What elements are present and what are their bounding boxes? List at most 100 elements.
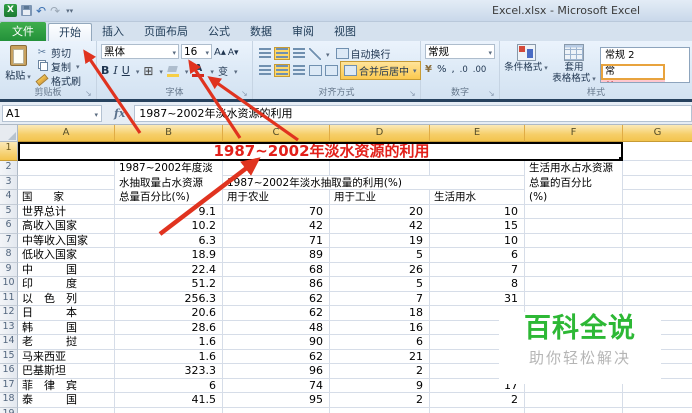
- row-header[interactable]: 5: [0, 204, 18, 219]
- tab-数据[interactable]: 数据: [240, 23, 282, 41]
- cell[interactable]: 生活用水: [430, 190, 525, 205]
- cell[interactable]: [623, 219, 692, 234]
- wrap-text-button[interactable]: 自动换行: [333, 45, 394, 62]
- cell[interactable]: 89: [223, 248, 330, 263]
- cell[interactable]: 国 家: [18, 190, 115, 205]
- row-header[interactable]: 10: [0, 277, 18, 292]
- cell[interactable]: 5: [330, 277, 430, 292]
- row-header[interactable]: 19: [0, 407, 18, 413]
- row-header[interactable]: 1: [0, 142, 18, 161]
- copy-button[interactable]: 复制: [36, 60, 81, 74]
- redo-icon[interactable]: [50, 4, 60, 18]
- save-icon[interactable]: [21, 5, 32, 16]
- cell[interactable]: 256.3: [115, 291, 223, 306]
- conditional-formatting-button[interactable]: 条件格式: [504, 44, 548, 84]
- increase-decimal-button[interactable]: .0: [460, 65, 468, 75]
- column-header-C[interactable]: C: [223, 125, 330, 142]
- row-header[interactable]: 9: [0, 262, 18, 277]
- cell[interactable]: [525, 248, 623, 263]
- cell[interactable]: 6: [115, 378, 223, 393]
- cell[interactable]: 42: [223, 219, 330, 234]
- column-header-A[interactable]: A: [18, 125, 115, 142]
- row-header[interactable]: 6: [0, 219, 18, 234]
- cell[interactable]: [623, 292, 692, 306]
- cell[interactable]: [623, 161, 692, 176]
- cell[interactable]: 22.4: [115, 262, 223, 277]
- row-header[interactable]: 17: [0, 378, 18, 393]
- cell[interactable]: [18, 161, 115, 176]
- cell[interactable]: 18.9: [115, 248, 223, 263]
- cell[interactable]: 1.6: [115, 335, 223, 350]
- cell[interactable]: [525, 233, 623, 248]
- cell-style-item[interactable]: 常: [601, 64, 665, 80]
- row-header[interactable]: 11: [0, 291, 18, 306]
- select-all-corner[interactable]: [0, 125, 18, 142]
- cell[interactable]: 16: [330, 320, 430, 335]
- row-header[interactable]: 12: [0, 306, 18, 321]
- formula-input[interactable]: 1987~2002年淡水资源的利用: [134, 104, 692, 122]
- row-header[interactable]: 15: [0, 349, 18, 364]
- cell[interactable]: [623, 142, 692, 161]
- cell[interactable]: 水抽取量占水资源: [115, 175, 223, 190]
- cell[interactable]: [623, 393, 692, 408]
- column-header-D[interactable]: D: [330, 125, 430, 142]
- cell-country[interactable]: 韩 国: [18, 320, 115, 335]
- tab-视图[interactable]: 视图: [324, 23, 366, 41]
- tab-插入[interactable]: 插入: [92, 23, 134, 41]
- cell[interactable]: [623, 263, 692, 277]
- cell[interactable]: 8: [430, 277, 525, 292]
- cell[interactable]: [525, 291, 623, 306]
- accounting-format-button[interactable]: ¥: [425, 64, 432, 75]
- align-bottom-icon[interactable]: [292, 48, 306, 59]
- name-box[interactable]: A1: [2, 104, 102, 122]
- cell-country[interactable]: 老 挝: [18, 335, 115, 350]
- number-format-select[interactable]: 常规: [425, 44, 495, 59]
- fill-color-button[interactable]: [166, 65, 179, 77]
- row-header[interactable]: 8: [0, 248, 18, 263]
- cell[interactable]: [623, 176, 692, 190]
- decrease-indent-icon[interactable]: [309, 65, 322, 76]
- cell[interactable]: 62: [223, 306, 330, 321]
- cell[interactable]: [525, 219, 623, 234]
- cell[interactable]: 10: [430, 233, 525, 248]
- cell[interactable]: 41.5: [115, 393, 223, 408]
- cell[interactable]: 2: [330, 364, 430, 379]
- cell[interactable]: [223, 161, 330, 176]
- cell[interactable]: 总量百分比(%): [115, 190, 223, 205]
- insert-function-icon[interactable]: fx: [102, 107, 134, 120]
- cell[interactable]: 26: [330, 262, 430, 277]
- column-header-G[interactable]: G: [623, 125, 692, 142]
- cell[interactable]: 21: [330, 349, 430, 364]
- number-dialog-launcher[interactable]: [488, 89, 497, 98]
- cut-button[interactable]: 剪切: [36, 46, 81, 60]
- align-right-icon[interactable]: [292, 65, 306, 76]
- cell[interactable]: [623, 205, 692, 219]
- cell-country[interactable]: 菲 律 宾: [18, 378, 115, 393]
- borders-button[interactable]: [143, 64, 153, 78]
- cell[interactable]: 生活用水占水资源: [525, 161, 623, 176]
- cell-style-item[interactable]: 常规 2: [601, 48, 665, 64]
- cell[interactable]: 19: [330, 233, 430, 248]
- cell-country[interactable]: 世界总计: [18, 204, 115, 219]
- column-header-B[interactable]: B: [115, 125, 223, 142]
- cell[interactable]: 1.6: [115, 349, 223, 364]
- cell[interactable]: 51.2: [115, 277, 223, 292]
- cell[interactable]: 7: [330, 291, 430, 306]
- font-color-button[interactable]: A: [192, 64, 205, 77]
- cell[interactable]: 1987~2002年度淡: [115, 161, 223, 176]
- cell-country[interactable]: 马来西亚: [18, 349, 115, 364]
- font-dialog-launcher[interactable]: [241, 89, 250, 98]
- tab-公式[interactable]: 公式: [198, 23, 240, 41]
- cell-country[interactable]: 以 色 列: [18, 291, 115, 306]
- cell[interactable]: [525, 277, 623, 292]
- cell[interactable]: 10.2: [115, 219, 223, 234]
- cell-country[interactable]: 泰 国: [18, 393, 115, 408]
- row-header[interactable]: 18: [0, 393, 18, 408]
- format-as-table-button[interactable]: 套用 表格格式: [552, 44, 596, 84]
- cell[interactable]: [330, 161, 430, 176]
- cell[interactable]: [525, 393, 623, 408]
- tab-开始[interactable]: 开始: [48, 23, 92, 41]
- cell[interactable]: 62: [223, 291, 330, 306]
- row-header[interactable]: 16: [0, 364, 18, 379]
- cell[interactable]: 总量的百分比: [525, 175, 623, 190]
